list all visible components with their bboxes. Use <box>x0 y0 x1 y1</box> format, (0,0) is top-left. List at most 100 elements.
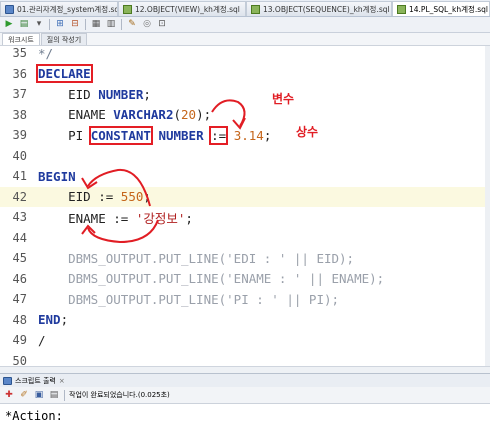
code-token: BEGIN <box>38 168 76 184</box>
code-token: */ <box>38 46 54 61</box>
editor-scrollbar[interactable] <box>485 46 490 366</box>
code-token: DBMS_OUTPUT.PUT_LINE('ENAME : ' || ENAME… <box>38 271 385 287</box>
print-icon[interactable]: ▤ <box>48 389 60 401</box>
autotrace-icon[interactable]: ▥ <box>105 19 117 31</box>
line-number: 36 <box>12 66 27 81</box>
code-line[interactable]: 38 ENAME VARCHAR2(20); <box>0 105 489 126</box>
code-token: NUMBER <box>158 127 204 143</box>
code-line[interactable]: 46 DBMS_OUTPUT.PUT_LINE('ENAME : ' || EN… <box>0 269 489 290</box>
code-text: DECLARE <box>32 64 93 84</box>
tab-label: 12.OBJECT(VIEW)_kh계정.sql <box>135 4 240 14</box>
code-text: EID := 550; <box>32 189 151 204</box>
code-token: ); <box>196 107 212 123</box>
code-line[interactable]: 45 DBMS_OUTPUT.PUT_LINE('EDI : ' || EID)… <box>0 248 489 269</box>
code-editor[interactable]: 35 */36 DECLARE 37 EID NUMBER; 38 ENAME VARC… <box>0 46 490 366</box>
code-text: */ <box>32 46 53 61</box>
line-number: 50 <box>12 353 27 366</box>
code-text: DBMS_OUTPUT.PUT_LINE('ENAME : ' || ENAME… <box>32 271 384 286</box>
line-number: 38 <box>12 107 27 122</box>
pin-icon[interactable]: ✚ <box>3 389 15 401</box>
rollback-icon[interactable]: ⊟ <box>69 19 81 31</box>
line-number: 35 <box>12 46 27 61</box>
tab-label: 14.PL_SQL_kh계정.sql <box>409 4 489 14</box>
code-line[interactable]: 42 EID := 550; <box>0 186 489 207</box>
code-text: / <box>32 333 46 348</box>
code-token: PI <box>38 127 91 143</box>
line-number: 39 <box>12 128 27 143</box>
output-tab-label[interactable]: 스크립트 출력 <box>15 376 56 386</box>
code-token: DECLARE <box>36 64 93 84</box>
tab-plsql-sql[interactable]: 14.PL_SQL_kh계정.sql <box>392 1 490 16</box>
output-toolbar: ✚ ✐ ▣ ▤ 작업이 완료되었습니다.(0.025초) <box>0 387 490 404</box>
line-number: 46 <box>12 271 27 286</box>
code-line[interactable]: 44 <box>0 228 489 249</box>
code-token: ENAME <box>38 107 114 123</box>
code-token: ; <box>263 127 272 143</box>
format-icon[interactable]: ✎ <box>126 19 138 31</box>
code-line[interactable]: 40 <box>0 146 489 167</box>
line-number: 41 <box>12 169 27 184</box>
code-token: ( <box>173 107 182 123</box>
editor-toolbar: ▶ ▤ ▾ ⊞ ⊟ ▦ ▥ ✎ ◎ ⊡ <box>0 17 490 33</box>
grid-icon <box>251 4 260 14</box>
code-line[interactable]: 50 <box>0 351 489 366</box>
tuning-icon[interactable]: ⊡ <box>156 19 168 31</box>
tab-sequence-sql[interactable]: 13.OBJECT(SEQUENCE)_kh계정.sql <box>246 1 392 16</box>
tab-query-builder[interactable]: 질의 작성기 <box>40 33 88 45</box>
code-line[interactable]: 35 */ <box>0 46 489 64</box>
line-number: 44 <box>12 230 27 245</box>
code-token: CONSTANT <box>88 125 153 145</box>
code-text: END; <box>32 312 68 327</box>
code-line[interactable]: 37 EID NUMBER; <box>0 84 489 105</box>
code-text: DBMS_OUTPUT.PUT_LINE('PI : ' || PI); <box>32 292 339 307</box>
code-token: DBMS_OUTPUT.PUT_LINE('PI : ' || PI); <box>38 291 340 307</box>
code-line[interactable]: 48 END; <box>0 310 489 331</box>
code-token: 3.14 <box>233 127 264 143</box>
line-number: 49 <box>12 333 27 348</box>
annotation-constant: 상수 <box>296 125 319 139</box>
code-line[interactable]: 47 DBMS_OUTPUT.PUT_LINE('PI : ' || PI); <box>0 289 489 310</box>
worksheet-subtabs: 워크시트 질의 작성기 <box>0 33 490 46</box>
toolbar-separator <box>85 19 86 30</box>
panel-splitter[interactable] <box>0 366 490 373</box>
output-panel-header: 스크립트 출력 × <box>0 373 490 387</box>
code-text: EID NUMBER; <box>32 87 151 102</box>
sql-file-icon <box>5 4 14 14</box>
code-token: EID <box>38 86 99 102</box>
code-token: END <box>38 312 61 328</box>
code-line[interactable]: 49 / <box>0 330 489 351</box>
run-statement-icon[interactable]: ▶ <box>3 19 15 31</box>
editor-tab-bar: 01.관리자계정_system계정.sql 12.OBJECT(VIEW)_kh… <box>0 0 490 17</box>
commit-icon[interactable]: ⊞ <box>54 19 66 31</box>
code-line[interactable]: 43 ENAME := '강정보'; <box>0 207 489 228</box>
toolbar-separator <box>64 389 65 401</box>
code-token: ENAME := <box>38 210 136 226</box>
code-text: ENAME := '강정보'; <box>32 208 193 227</box>
code-token: ; <box>60 312 69 328</box>
tab-system-sql[interactable]: 01.관리자계정_system계정.sql <box>0 1 118 16</box>
line-number: 48 <box>12 312 27 327</box>
code-text: DBMS_OUTPUT.PUT_LINE('EDI : ' || EID); <box>32 251 354 266</box>
clear-icon[interactable]: ◎ <box>141 19 153 31</box>
code-token: DBMS_OUTPUT.PUT_LINE('EDI : ' || EID); <box>38 250 355 266</box>
code-token: ; <box>143 86 151 102</box>
tab-worksheet[interactable]: 워크시트 <box>2 33 40 45</box>
tab-view-sql[interactable]: 12.OBJECT(VIEW)_kh계정.sql <box>118 1 246 16</box>
save-icon[interactable]: ▣ <box>33 389 45 401</box>
code-line[interactable]: 36 DECLARE <box>0 64 489 85</box>
output-tab-close-icon[interactable]: × <box>59 377 65 385</box>
line-number: 45 <box>12 251 27 266</box>
code-token: EID := <box>38 189 121 205</box>
code-line[interactable]: 39 PI CONSTANT NUMBER := 3.14; <box>0 125 489 146</box>
run-script-icon[interactable]: ▤ <box>18 19 30 31</box>
code-token: VARCHAR2 <box>113 107 174 123</box>
tab-label: 01.관리자계정_system계정.sql <box>17 4 118 14</box>
tab-label: 13.OBJECT(SEQUENCE)_kh계정.sql <box>263 4 390 14</box>
code-line[interactable]: 41 BEGIN <box>0 166 489 187</box>
explain-plan-icon[interactable]: ▦ <box>90 19 102 31</box>
code-token: ; <box>143 189 151 205</box>
history-icon[interactable]: ▾ <box>33 19 45 31</box>
eraser-icon[interactable]: ✐ <box>18 389 30 401</box>
line-number: 37 <box>12 87 27 102</box>
